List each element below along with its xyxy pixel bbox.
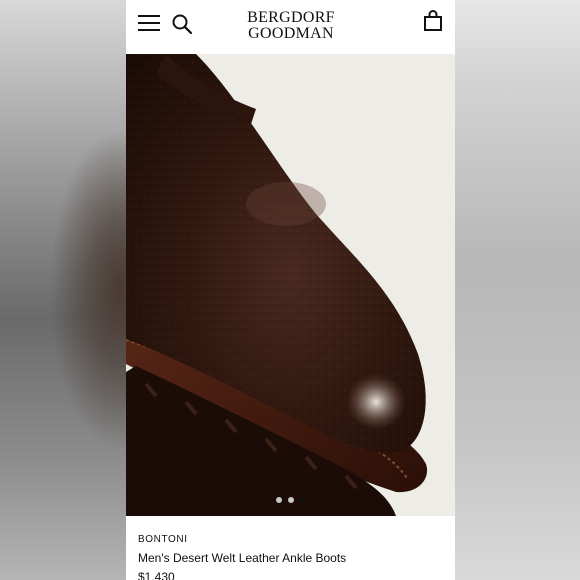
carousel-dot-active[interactable] [299, 497, 306, 503]
site-header: BERGDORF GOODMAN [126, 0, 455, 54]
carousel-dot[interactable] [287, 497, 294, 503]
logo-line-1: BERGDORF [247, 9, 335, 26]
hamburger-menu-icon[interactable] [138, 15, 160, 31]
carousel-dots [126, 497, 455, 505]
search-icon[interactable] [171, 13, 193, 35]
product-image[interactable] [126, 54, 455, 516]
blurred-backdrop-right [455, 0, 580, 580]
shopping-bag-icon[interactable] [423, 10, 443, 32]
mobile-screen: BERGDORF GOODMAN BONTONI Men's Desert We… [126, 0, 455, 580]
product-price: $1,430 [138, 570, 175, 580]
logo-line-2: GOODMAN [248, 25, 334, 42]
product-name: Men's Desert Welt Leather Ankle Boots [138, 551, 347, 565]
boot-image [126, 54, 455, 516]
blurred-backdrop-left [0, 0, 126, 580]
brand-logo[interactable]: BERGDORF GOODMAN [236, 10, 346, 42]
product-info: BONTONI Men's Desert Welt Leather Ankle … [138, 534, 443, 580]
carousel-dot[interactable] [275, 497, 282, 503]
product-brand[interactable]: BONTONI [138, 534, 443, 546]
